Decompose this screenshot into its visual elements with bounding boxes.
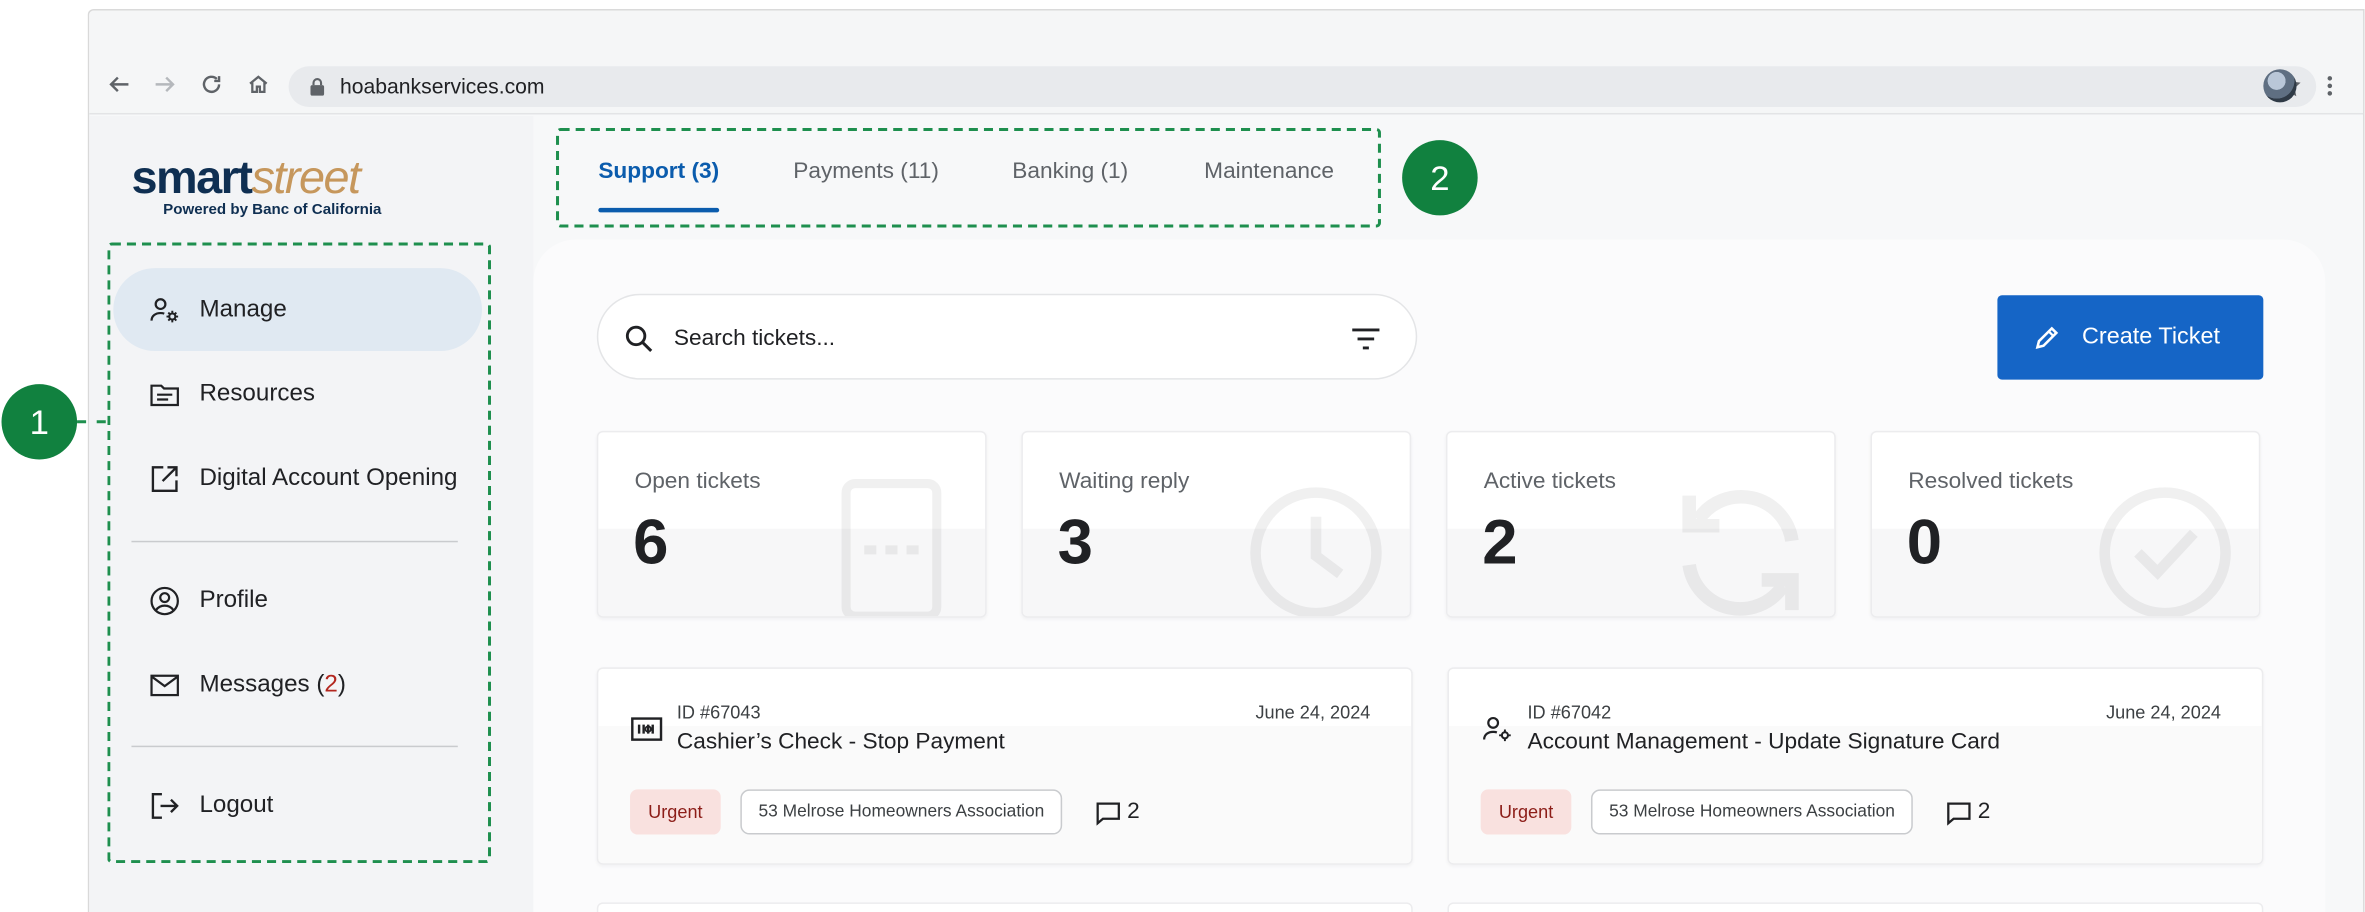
user-circle-icon <box>150 586 179 615</box>
tab-banking[interactable]: Banking (1) <box>1012 158 1128 184</box>
stat-card-open[interactable]: Open tickets 6 <box>596 430 987 618</box>
stat-value: 0 <box>1906 506 1943 577</box>
sidebar-item-resources[interactable]: Resources <box>113 352 482 435</box>
stat-label: Waiting reply <box>1059 468 1190 495</box>
search-icon <box>625 325 653 353</box>
annotation-badge-1: 1 <box>1 384 78 460</box>
url-text: hoabankservices.com <box>339 73 545 98</box>
ticket-date: June 24, 2024 <box>2106 701 2222 724</box>
logout-icon <box>151 792 179 819</box>
folder-icon <box>150 383 179 406</box>
lock-icon <box>310 78 325 96</box>
sidebar-item-profile[interactable]: Profile <box>113 559 482 642</box>
home-icon[interactable] <box>245 71 272 98</box>
stat-value: 3 <box>1057 506 1093 577</box>
ticket-id: ID #67042 <box>1527 701 1612 724</box>
external-link-icon <box>151 465 178 492</box>
ticket-icon <box>841 479 942 617</box>
association-chip[interactable]: 53 Melrose Homeowners Association <box>740 789 1063 835</box>
comment-count: 2 <box>1127 798 1140 825</box>
ticket-search-bar <box>596 293 1418 380</box>
user-gear-icon <box>150 297 179 322</box>
sidebar-item-label: Manage <box>199 296 287 322</box>
sidebar-item-digital-account-opening[interactable]: Digital Account Opening <box>113 437 482 520</box>
messages-count: 2 <box>324 671 338 697</box>
screenshot-stage: hoabankservices.com smartstreet Powered … <box>0 0 2365 912</box>
sidebar-item-messages[interactable]: Messages (2) <box>113 643 482 726</box>
stat-value: 6 <box>633 506 669 577</box>
logo-word-street: street <box>251 150 361 204</box>
ticket-id: ID #67043 <box>676 701 761 724</box>
priority-badge: Urgent <box>630 789 721 835</box>
association-chip[interactable]: 53 Melrose Homeowners Association <box>1590 789 1914 835</box>
stat-value: 2 <box>1482 506 1518 577</box>
address-bar[interactable]: hoabankservices.com <box>288 66 2317 107</box>
annotation-connector <box>77 420 106 424</box>
reload-icon[interactable] <box>198 71 225 98</box>
ticket-title: Cashier’s Check - Stop Payment <box>676 729 1005 755</box>
back-icon[interactable] <box>106 71 133 98</box>
sidebar-item-label: Resources <box>199 380 315 406</box>
stat-card-waiting[interactable]: Waiting reply 3 <box>1021 430 1412 618</box>
ticket-card[interactable]: ID #67042 June 24, 2024 Account Manageme… <box>1447 667 2264 865</box>
ticket-card-partial[interactable] <box>1447 902 2264 912</box>
smartstreet-logo[interactable]: smartstreet Powered by Banc of Californi… <box>131 154 382 219</box>
user-gear-icon <box>1483 716 1511 742</box>
ticket-card-partial[interactable] <box>596 902 1413 912</box>
comment-icon <box>1096 802 1120 826</box>
sidebar-item-label: Profile <box>199 586 268 613</box>
sidebar-item-manage[interactable]: Manage <box>113 268 482 351</box>
sidebar-item-label: Digital Account Opening <box>199 464 458 491</box>
ticket-date: June 24, 2024 <box>1255 701 1371 724</box>
sidebar-divider <box>131 745 458 748</box>
ticket-card[interactable]: ID #67043 June 24, 2024 Cashier’s Check … <box>596 667 1413 865</box>
ticket-title: Account Management - Update Signature Ca… <box>1527 729 2000 755</box>
refresh-icon <box>1682 490 1799 616</box>
pencil-icon <box>2035 326 2059 349</box>
clock-icon <box>1250 487 1382 617</box>
filter-icon[interactable] <box>1349 324 1382 354</box>
annotation-badge-2: 2 <box>1402 140 1478 216</box>
browser-window: hoabankservices.com smartstreet Powered … <box>87 9 2365 912</box>
search-input[interactable] <box>673 320 1279 355</box>
sidebar-item-label: Logout <box>199 791 274 818</box>
create-ticket-label: Create Ticket <box>2082 323 2220 350</box>
sidebar-divider <box>131 540 458 543</box>
browser-menu-icon[interactable] <box>2319 74 2340 98</box>
check-circle-icon <box>2099 487 2231 617</box>
sidebar-item-label: Messages (2) <box>199 671 346 697</box>
stat-card-active[interactable]: Active tickets 2 <box>1445 430 1836 618</box>
sidebar-item-logout[interactable]: Logout <box>113 764 482 847</box>
forward-icon[interactable] <box>151 71 178 98</box>
stat-label: Active tickets <box>1483 468 1616 495</box>
comment-count: 2 <box>1977 798 1991 825</box>
stat-label: Open tickets <box>634 468 761 495</box>
check-stub-icon <box>631 717 663 741</box>
logo-word-smart: smart <box>131 150 253 204</box>
profile-avatar[interactable] <box>2263 69 2297 103</box>
priority-badge: Urgent <box>1480 789 1572 835</box>
logo-tagline: Powered by Banc of California <box>163 201 382 219</box>
active-tab-indicator <box>598 207 720 213</box>
comment-icon <box>1947 802 1971 826</box>
create-ticket-button[interactable]: Create Ticket <box>1997 295 2264 380</box>
tab-bar: Support (3) Payments (11) Banking (1) Ma… <box>556 128 1381 228</box>
sidebar-menu: Manage Resources Digital Account Opening… <box>107 242 492 864</box>
mail-icon <box>150 673 179 696</box>
stat-card-resolved[interactable]: Resolved tickets 0 <box>1870 430 2261 618</box>
tab-support[interactable]: Support (3) <box>598 158 719 184</box>
stat-label: Resolved tickets <box>1908 468 2074 495</box>
sidebar: smartstreet Powered by Banc of Californi… <box>89 115 534 912</box>
tab-payments[interactable]: Payments (11) <box>793 158 939 184</box>
browser-toolbar: hoabankservices.com <box>89 10 2364 115</box>
tab-maintenance[interactable]: Maintenance <box>1204 158 1334 184</box>
